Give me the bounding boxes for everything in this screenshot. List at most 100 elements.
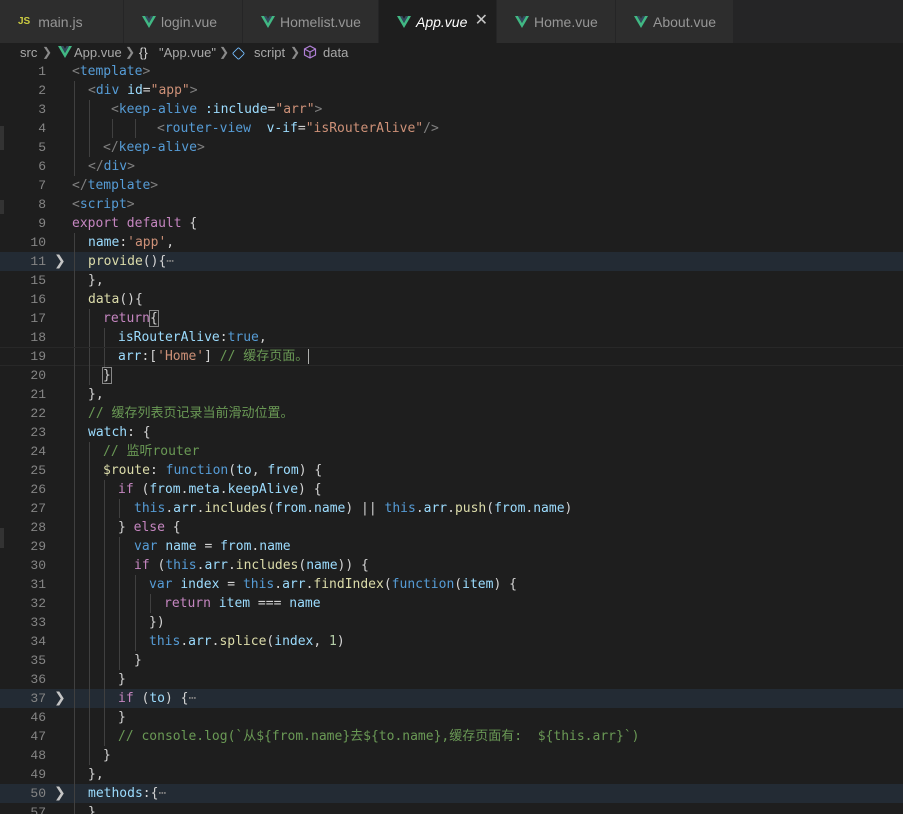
code-area[interactable]: 1 <template> 2 <div id="app"> 3 <keep-al…	[0, 62, 903, 814]
token: v-if	[266, 121, 298, 136]
code-line: 29 var name = from.name	[0, 537, 903, 556]
breadcrumb-section[interactable]: script	[254, 43, 285, 62]
code-line: 34 this.arr.splice(index, 1)	[0, 632, 903, 651]
token: {	[148, 310, 159, 327]
code-line: 27 this.arr.includes(from.name) || this.…	[0, 499, 903, 518]
breadcrumb-member[interactable]: data	[323, 43, 348, 62]
breadcrumb: src ❯ App.vue ❯ {} "App.vue" ❯ script ❯ …	[0, 43, 903, 62]
token: >	[150, 178, 159, 193]
token: <	[72, 197, 80, 212]
code-line: 1 <template>	[0, 62, 903, 81]
token: =	[219, 577, 243, 592]
token: )	[564, 501, 573, 516]
close-icon[interactable]: ✕	[475, 12, 488, 30]
token: arr	[282, 577, 306, 592]
line-number: 28	[30, 520, 46, 535]
line-number: 35	[30, 653, 46, 668]
chevron-right-icon[interactable]: ❯	[54, 784, 66, 803]
token: name	[314, 501, 346, 516]
token: splice	[219, 634, 267, 649]
token: .	[306, 501, 315, 516]
token: keep-alive	[118, 102, 198, 117]
token: },	[88, 273, 104, 288]
token: meta	[188, 482, 220, 497]
chevron-right-icon[interactable]: ❯	[54, 252, 66, 271]
line-number: 47	[30, 729, 46, 744]
token: arr	[204, 558, 228, 573]
token: router-view	[164, 121, 251, 136]
line-number: 21	[30, 387, 46, 402]
token: watch	[88, 425, 128, 440]
token: >	[189, 83, 198, 98]
vue-file-icon	[634, 16, 648, 28]
token: script	[79, 197, 127, 212]
folded-ellipsis[interactable]: ⋯	[158, 786, 166, 801]
tab-login-vue[interactable]: login.vue	[124, 0, 243, 43]
token: this	[149, 634, 181, 649]
line-number: 8	[38, 197, 46, 212]
token: // 缓存页面。	[219, 349, 309, 364]
token: push	[454, 501, 487, 516]
breadcrumb-file[interactable]: App.vue	[74, 43, 122, 62]
token: methods	[88, 786, 143, 801]
token: div	[95, 83, 120, 98]
chevron-right-icon[interactable]: ❯	[54, 689, 66, 708]
folded-ellipsis[interactable]: ⋯	[188, 691, 196, 706]
vue-file-icon	[397, 16, 411, 28]
token: <	[72, 64, 80, 79]
line-number: 3	[38, 102, 46, 117]
code-line: 2 <div id="app">	[0, 81, 903, 100]
code-line: 36 }	[0, 670, 903, 689]
line-number: 36	[30, 672, 46, 687]
line-number: 33	[30, 615, 46, 630]
tab-app-vue[interactable]: App.vue ✕	[379, 0, 497, 43]
token: <	[88, 83, 96, 98]
chevron-right-icon: ❯	[219, 45, 230, 59]
tab-main-js[interactable]: JS main.js	[0, 0, 124, 43]
token: :	[219, 330, 228, 345]
breadcrumb-folder[interactable]: src	[20, 43, 37, 62]
code-line: 6 </div>	[0, 157, 903, 176]
js-file-icon: JS	[18, 16, 31, 27]
tab-label: About.vue	[653, 13, 717, 30]
breadcrumb-object[interactable]: "App.vue"	[159, 43, 216, 62]
code-line: 46 }	[0, 708, 903, 727]
token: :[	[141, 349, 158, 364]
line-number: 18	[30, 330, 46, 345]
token: }	[103, 748, 111, 763]
code-line: 3 <keep-alive :include="arr">	[0, 100, 903, 119]
tab-label: App.vue	[416, 13, 468, 30]
folded-ellipsis[interactable]: ⋯	[166, 254, 174, 269]
token: this	[165, 558, 197, 573]
code-line: 47 // console.log(`从${from.name}去${to.na…	[0, 727, 903, 746]
token: $route	[103, 463, 150, 478]
code-line-folded: 50 ❯ methods:{⋯	[0, 784, 903, 803]
token: {	[164, 520, 181, 535]
token: .	[165, 501, 174, 516]
token: }	[118, 672, 126, 687]
object-symbol-icon: {}	[139, 45, 148, 60]
token: </	[88, 159, 104, 174]
token: (	[486, 501, 495, 516]
token: :{	[142, 786, 159, 801]
token: 'Home'	[157, 349, 205, 364]
tab-home-vue[interactable]: Home.vue	[497, 0, 616, 43]
tab-homelist-vue[interactable]: Homelist.vue	[243, 0, 379, 43]
code-line: 10 name:'app',	[0, 233, 903, 252]
token: this	[384, 501, 416, 516]
code-line: 7 </template>	[0, 176, 903, 195]
code-editor[interactable]: JS main.js login.vue Homelist.vue App.vu…	[0, 0, 903, 814]
token: default	[126, 216, 182, 231]
token: )	[336, 634, 345, 649]
tab-label: login.vue	[161, 13, 218, 30]
line-number: 2	[38, 83, 46, 98]
token: data	[88, 292, 120, 307]
tab-label: Home.vue	[534, 13, 598, 30]
token: (	[454, 577, 463, 592]
token: arr	[188, 634, 212, 649]
token: >	[196, 140, 205, 155]
token: name	[289, 596, 321, 611]
tab-about-vue[interactable]: About.vue	[616, 0, 734, 43]
token: this	[134, 501, 166, 516]
token: (	[228, 463, 237, 478]
